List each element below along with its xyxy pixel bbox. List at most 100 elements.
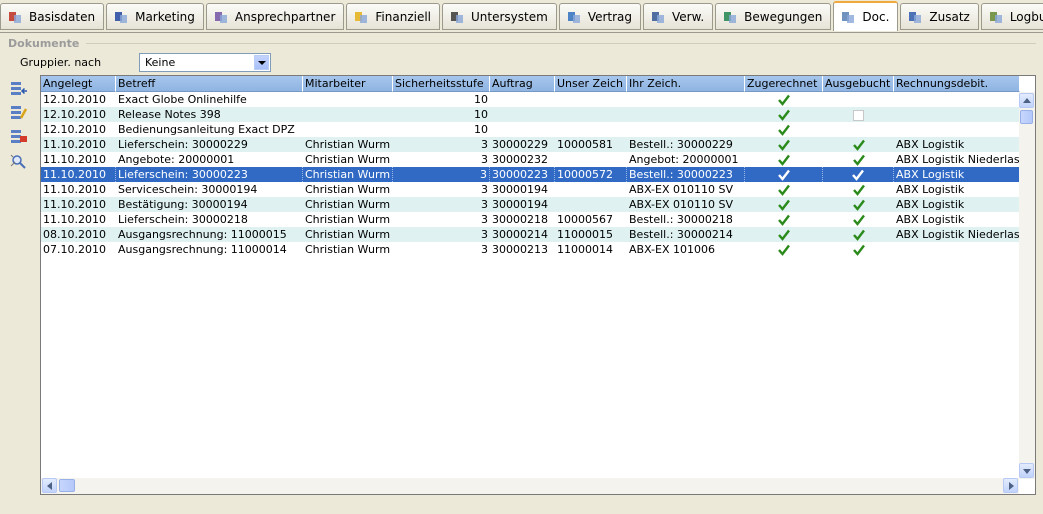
- attach-search-icon[interactable]: [10, 153, 28, 169]
- tab-label: Zusatz: [929, 9, 970, 24]
- chevron-down-icon[interactable]: [254, 55, 269, 70]
- mitarbeiter-cell: Christian Wurm: [305, 153, 391, 166]
- mitarbeiter-cell: [303, 92, 393, 107]
- scroll-up-button[interactable]: [1019, 93, 1034, 108]
- betreff-cell: Lieferschein: 30000229: [118, 138, 248, 151]
- table-row[interactable]: 11.10.2010 Lieferschein: 30000223 Christia…: [41, 167, 1020, 182]
- column-header[interactable]: Ausgebucht: [823, 76, 894, 92]
- table-row[interactable]: 11.10.2010 Lieferschein: 30000229 Christia…: [41, 137, 1020, 152]
- table-row[interactable]: 11.10.2010 Angebote: 20000001 Christian Wu…: [41, 152, 1020, 167]
- auftrag-cell: 30000194: [492, 183, 548, 196]
- column-header[interactable]: Unser Zeich: [555, 76, 627, 92]
- auftrag-cell: 30000213: [492, 243, 548, 256]
- tab-label: Logbuch: [1009, 9, 1043, 24]
- auftrag-cell: 30000229: [492, 138, 548, 151]
- tab-basisdaten[interactable]: Basisdaten: [0, 3, 105, 30]
- table-row[interactable]: 12.10.2010 Bedienungsanleitung Exact DPZ 1…: [41, 122, 1020, 137]
- column-header[interactable]: Mitarbeiter: [303, 76, 393, 92]
- angelegt-cell: 11.10.2010: [43, 183, 106, 196]
- tab-doc[interactable]: Doc.: [833, 1, 899, 31]
- tab-ansprechpartner[interactable]: Ansprechpartner: [205, 3, 345, 30]
- betreff-cell: Ausgangsrechnung: 11000014: [118, 243, 287, 256]
- column-header[interactable]: Betreff: [116, 76, 303, 92]
- mitarbeiter-cell: Christian Wurm: [303, 167, 393, 182]
- tab-label: Basisdaten: [29, 9, 96, 24]
- ihr-cell: Bestell.: 30000229: [629, 138, 733, 151]
- ausgebucht-cell: [823, 92, 894, 107]
- checkmark-icon: [852, 169, 864, 181]
- tab-zusatz[interactable]: Zusatz: [900, 3, 979, 30]
- unser-cell: [555, 107, 627, 122]
- bewegungen-icon: [722, 9, 738, 25]
- mitarbeiter-cell: Christian Wurm: [305, 243, 391, 256]
- column-header[interactable]: Ihr Zeich.: [627, 76, 745, 92]
- ihr-cell: [627, 122, 745, 137]
- stufe-cell: 3: [481, 183, 488, 196]
- tab-vertrag[interactable]: Vertrag: [558, 3, 642, 30]
- tab-finanziell[interactable]: Finanziell: [346, 3, 441, 30]
- new-document-icon[interactable]: [10, 81, 28, 97]
- betreff-cell: Lieferschein: 30000223: [116, 167, 303, 182]
- scroll-right-button[interactable]: [1003, 478, 1018, 493]
- stufe-cell: 10: [474, 93, 488, 106]
- logbuch-icon: [988, 9, 1004, 25]
- checkmark-icon: [778, 199, 790, 211]
- ausgebucht-cell: [823, 122, 894, 137]
- checkmark-icon: [777, 169, 790, 181]
- checkmark-icon: [778, 229, 790, 241]
- table-row[interactable]: 12.10.2010 Exact Globe Onlinehilfe 10: [41, 92, 1020, 107]
- table-row[interactable]: 07.10.2010 Ausgangsrechnung: 11000014 Chri…: [41, 242, 1020, 257]
- checkmark-icon: [778, 94, 790, 106]
- delete-document-icon[interactable]: [10, 129, 28, 145]
- table-row[interactable]: 11.10.2010 Serviceschein: 30000194 Christi…: [41, 182, 1020, 197]
- zugerechnet-cell: [745, 197, 823, 212]
- auftrag-cell: 30000223: [490, 167, 555, 182]
- angelegt-cell: 12.10.2010: [43, 93, 106, 106]
- rech-cell: [894, 122, 1020, 137]
- ihr-cell: [627, 92, 745, 107]
- column-header[interactable]: Rechnungsdebit.: [894, 76, 1020, 92]
- table-row[interactable]: 11.10.2010 Lieferschein: 30000218 Christia…: [41, 212, 1020, 227]
- column-header[interactable]: Angelegt: [41, 76, 116, 92]
- tab-untersystem[interactable]: Untersystem: [442, 3, 557, 30]
- betreff-cell: Lieferschein: 30000218: [118, 213, 248, 226]
- zugerechnet-cell: [745, 137, 823, 152]
- table-row[interactable]: 11.10.2010 Bestätigung: 30000194 Christian…: [41, 197, 1020, 212]
- checkmark-icon: [778, 124, 790, 136]
- column-header[interactable]: Zugerechnet: [745, 76, 823, 92]
- tab-label: Bewegungen: [744, 9, 823, 24]
- tab-bewegungen[interactable]: Bewegungen: [715, 3, 832, 30]
- ausgebucht-cell: [823, 227, 894, 242]
- group-title: Dokumente: [8, 37, 80, 50]
- stufe-cell: 10: [474, 108, 488, 121]
- hscroll-thumb[interactable]: [59, 479, 75, 492]
- column-header[interactable]: Sicherheitsstufe: [393, 76, 490, 92]
- scroll-thumb[interactable]: [1020, 110, 1033, 124]
- ansprechpartner-icon: [213, 9, 229, 25]
- edit-document-icon[interactable]: [10, 105, 28, 121]
- grouping-select[interactable]: Keine: [139, 53, 271, 72]
- checkmark-icon: [778, 154, 790, 166]
- auftrag-cell: 30000232: [492, 153, 548, 166]
- ausgebucht-cell: [823, 107, 894, 122]
- group-divider: [86, 43, 1036, 44]
- unser-cell: 10000581: [557, 138, 613, 151]
- ihr-cell: Bestell.: 30000214: [629, 228, 733, 241]
- doc-icon: [840, 9, 856, 25]
- table-row[interactable]: 08.10.2010 Ausgangsrechnung: 11000015 Chri…: [41, 227, 1020, 242]
- vertical-scrollbar[interactable]: [1019, 92, 1035, 479]
- horizontal-scrollbar[interactable]: [41, 478, 1019, 494]
- scroll-down-button[interactable]: [1019, 463, 1034, 478]
- rech-cell: ABX Logistik Niederlas: [896, 153, 1020, 166]
- tab-logbuch[interactable]: Logbuch: [980, 3, 1043, 30]
- mitarbeiter-cell: [303, 122, 393, 137]
- unser-cell: [555, 92, 627, 107]
- scroll-left-button[interactable]: [42, 478, 57, 493]
- unser-cell: 10000567: [557, 213, 613, 226]
- angelegt-cell: 12.10.2010: [43, 108, 106, 121]
- tab-marketing[interactable]: Marketing: [106, 3, 204, 30]
- checkmark-icon: [852, 154, 865, 166]
- column-header[interactable]: Auftrag: [490, 76, 555, 92]
- table-row[interactable]: 12.10.2010 Release Notes 398 10: [41, 107, 1020, 122]
- tab-verw[interactable]: Verw.: [643, 3, 714, 30]
